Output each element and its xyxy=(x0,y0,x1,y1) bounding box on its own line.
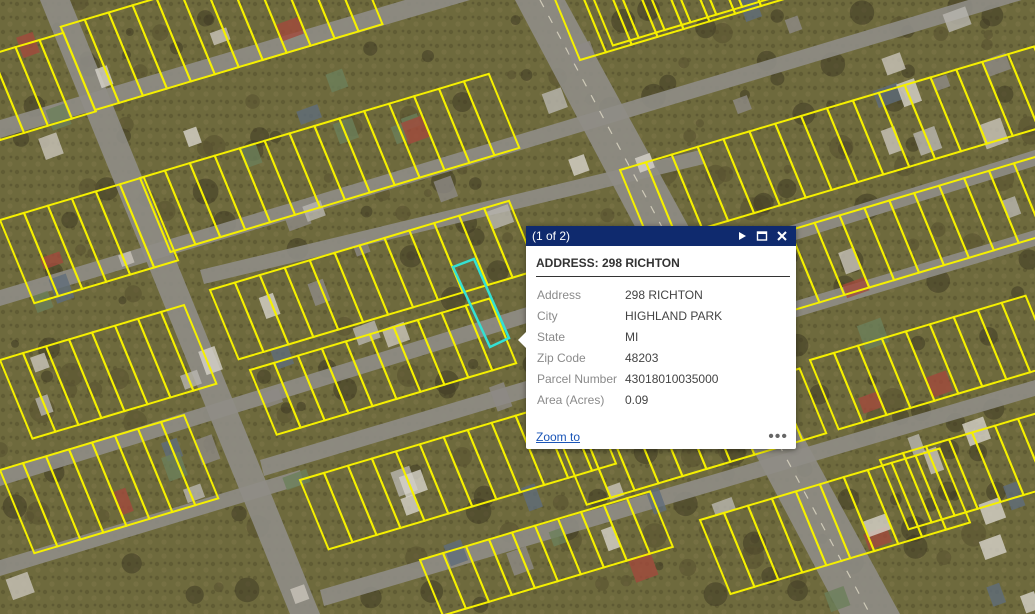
tree-canopy xyxy=(936,550,952,566)
tree-canopy xyxy=(510,15,521,26)
tree-canopy xyxy=(979,18,991,29)
attribute-row: Area (Acres) 0.09 xyxy=(536,389,790,410)
feature-popup: (1 of 2) ADDRESS: 298 RICHTON Address 29… xyxy=(518,226,796,449)
attribute-label: State xyxy=(537,329,566,344)
tree-canopy xyxy=(983,30,993,40)
attribute-label: Zip Code xyxy=(537,350,586,365)
attribute-table: Address 298 RICHTON City HIGHLAND PARK S… xyxy=(536,284,790,410)
attribute-label: Parcel Number xyxy=(537,371,618,386)
tree-canopy xyxy=(323,173,334,183)
attribute-value: 43018010035000 xyxy=(625,371,719,386)
tree-canopy xyxy=(981,39,993,51)
tree-canopy xyxy=(679,558,697,577)
tree-canopy xyxy=(933,26,949,41)
tree-canopy xyxy=(395,205,411,221)
attribute-label: Address xyxy=(537,287,582,302)
tree-canopy xyxy=(11,339,19,348)
feature-count: (1 of 2) xyxy=(532,229,571,243)
popup-title: ADDRESS: 298 RICHTON xyxy=(536,256,790,277)
close-icon[interactable] xyxy=(774,228,790,244)
tree-canopy xyxy=(469,177,482,190)
tree-canopy xyxy=(520,69,533,81)
tree-canopy xyxy=(787,580,808,602)
tree-canopy xyxy=(420,580,444,603)
tree-canopy xyxy=(231,505,247,522)
tree-canopy xyxy=(124,285,142,303)
attribute-value: MI xyxy=(625,329,639,344)
tree-canopy xyxy=(683,129,697,143)
tree-canopy xyxy=(213,582,224,593)
tree-canopy xyxy=(121,553,142,574)
attribute-row: Parcel Number 43018010035000 xyxy=(536,368,790,389)
tree-canopy xyxy=(770,9,784,23)
tree-canopy xyxy=(118,296,127,305)
tree-canopy xyxy=(740,545,765,570)
tree-canopy xyxy=(203,14,215,26)
zoom-to-link[interactable]: Zoom to xyxy=(536,430,768,444)
popup-body: ADDRESS: 298 RICHTON Address 298 RICHTON… xyxy=(526,246,796,410)
tree-canopy xyxy=(234,577,260,603)
tree-canopy xyxy=(849,0,875,25)
tree-canopy xyxy=(507,70,517,80)
tree-canopy xyxy=(717,166,734,183)
attribute-label: Area (Acres) xyxy=(537,392,605,407)
tree-canopy xyxy=(435,370,460,395)
tree-canopy xyxy=(678,57,690,69)
attribute-row: State MI xyxy=(536,326,790,347)
tree-canopy xyxy=(151,24,169,41)
map-canvas[interactable] xyxy=(0,0,1035,614)
attribute-row: City HIGHLAND PARK xyxy=(536,305,790,326)
attribute-value: 298 RICHTON xyxy=(625,287,703,302)
tree-canopy xyxy=(421,50,434,63)
attribute-value: 0.09 xyxy=(625,392,649,407)
tree-canopy xyxy=(600,208,615,223)
popup-pointer xyxy=(518,332,526,348)
maximize-icon[interactable] xyxy=(754,228,770,244)
tree-canopy xyxy=(75,244,86,256)
tree-canopy xyxy=(41,370,53,383)
tree-canopy xyxy=(783,165,792,174)
tree-canopy xyxy=(296,401,306,412)
tree-canopy xyxy=(467,358,479,370)
tree-canopy xyxy=(61,211,78,229)
attribute-row: Zip Code 48203 xyxy=(536,347,790,368)
play-next-icon[interactable] xyxy=(734,228,750,244)
tree-canopy xyxy=(256,369,272,384)
tree-canopy xyxy=(695,119,705,128)
tree-canopy xyxy=(595,577,609,591)
tree-canopy xyxy=(620,575,632,587)
aerial-map[interactable] xyxy=(0,0,1035,614)
attribute-row: Address 298 RICHTON xyxy=(536,284,790,305)
tree-canopy xyxy=(363,41,378,56)
tree-canopy xyxy=(423,189,432,198)
tree-canopy xyxy=(125,28,134,36)
attribute-value: HIGHLAND PARK xyxy=(625,308,723,323)
tree-canopy xyxy=(552,494,569,511)
tree-canopy xyxy=(930,222,946,238)
tree-canopy xyxy=(245,94,260,109)
attribute-value: 48203 xyxy=(625,350,659,365)
tree-canopy xyxy=(399,245,423,268)
tree-canopy xyxy=(829,134,854,160)
tree-canopy xyxy=(703,582,728,607)
tree-canopy xyxy=(777,178,797,199)
more-options-icon[interactable]: ••• xyxy=(768,429,788,445)
tree-canopy xyxy=(360,205,373,218)
tree-canopy xyxy=(185,585,204,604)
attribute-label: City xyxy=(537,308,558,323)
tree-canopy xyxy=(502,232,513,244)
popup-header: (1 of 2) xyxy=(526,226,796,246)
popup-footer: Zoom to ••• xyxy=(536,429,788,445)
